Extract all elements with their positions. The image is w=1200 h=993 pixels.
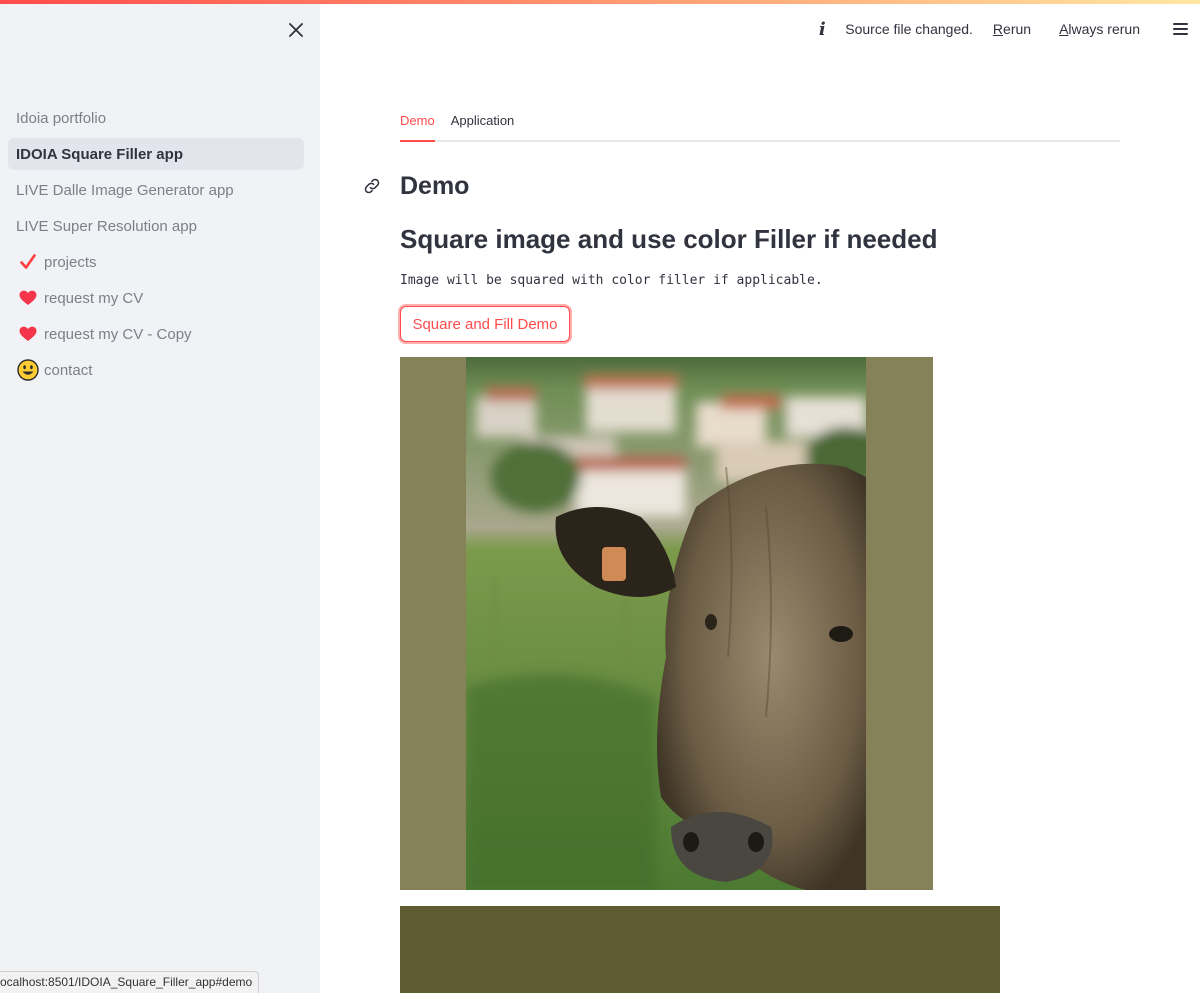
close-icon	[289, 23, 303, 37]
sidebar-item-label: IDOIA Square Filler app	[16, 145, 183, 163]
heart-icon	[16, 286, 40, 310]
squared-image-output	[400, 357, 933, 890]
sidebar-item-label: Idoia portfolio	[16, 109, 107, 127]
app-header: i Source file changed. Rerun Always reru…	[811, 4, 1200, 54]
sidebar-item-request-cv[interactable]: request my CV	[8, 282, 304, 314]
top-accent-bar	[0, 0, 1200, 4]
sidebar-item-label: LIVE Super Resolution app	[16, 217, 197, 235]
page-title: Demo	[400, 171, 470, 200]
main-content: Demo Application Demo Square image and u…	[364, 100, 1120, 993]
sidebar-item-super-resolution[interactable]: LIVE Super Resolution app	[8, 210, 304, 242]
checkmark-icon	[16, 250, 40, 274]
heart-icon	[16, 322, 40, 346]
sidebar-item-contact[interactable]: contact	[8, 354, 304, 386]
tab-application[interactable]: Application	[451, 113, 515, 140]
sidebar-item-request-cv-copy[interactable]: request my CV - Copy	[8, 318, 304, 350]
description-text: Image will be squared with color filler …	[400, 273, 823, 288]
close-sidebar-button[interactable]	[284, 18, 308, 42]
tab-bar: Demo Application	[400, 100, 1120, 142]
demo-heading-row: Demo	[364, 168, 1120, 204]
filler-color-preview	[400, 906, 1000, 993]
source-changed-text: Source file changed.	[845, 21, 973, 37]
section-heading: Square image and use color Filler if nee…	[400, 224, 938, 254]
sidebar-item-label: LIVE Dalle Image Generator app	[16, 181, 234, 199]
sidebar-item-idoia-portfolio[interactable]: Idoia portfolio	[8, 102, 304, 134]
sidebar-item-label: projects	[44, 253, 97, 271]
status-bar-url: ocalhost:8501/IDOIA_Square_Filler_app#de…	[0, 971, 260, 993]
tab-demo[interactable]: Demo	[400, 113, 435, 142]
sidebar-item-projects[interactable]: projects	[8, 246, 304, 278]
sidebar-item-label: request my CV	[44, 289, 144, 307]
sidebar-item-label: request my CV - Copy	[44, 325, 192, 343]
smiley-icon	[16, 358, 40, 382]
link-icon[interactable]	[362, 176, 382, 196]
cow-photo	[466, 357, 866, 890]
sidebar-item-label: contact	[44, 361, 93, 379]
always-rerun-button[interactable]: Always rerun	[1059, 21, 1140, 37]
info-icon: i	[818, 18, 826, 40]
sidebar-item-dalle-generator[interactable]: LIVE Dalle Image Generator app	[8, 174, 304, 206]
hamburger-menu-icon[interactable]	[1168, 17, 1192, 41]
rerun-button[interactable]: Rerun	[993, 21, 1031, 37]
sidebar-nav: Idoia portfolio IDOIA Square Filler app …	[8, 102, 304, 390]
square-and-fill-demo-button[interactable]: Square and Fill Demo	[400, 306, 570, 342]
sidebar: Idoia portfolio IDOIA Square Filler app …	[0, 0, 320, 993]
sidebar-item-square-filler[interactable]: IDOIA Square Filler app	[8, 138, 304, 170]
